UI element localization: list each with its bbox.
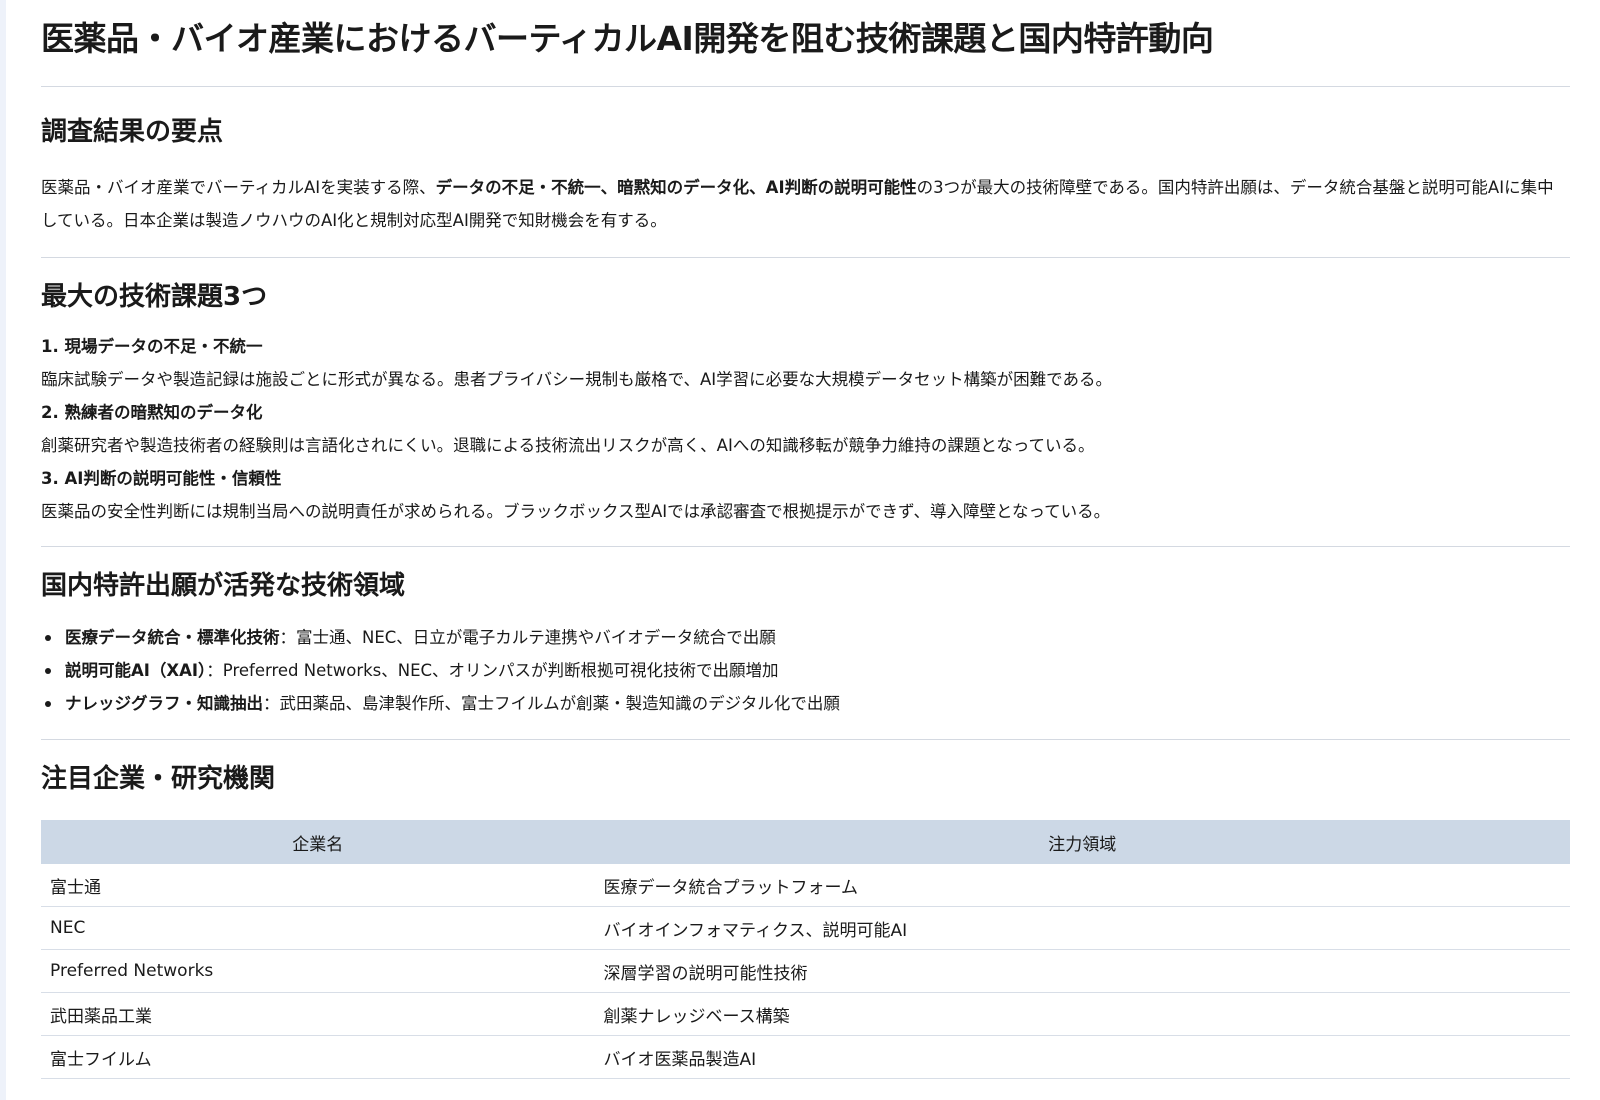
challenges-section: 最大の技術課題3つ 1. 現場データの不足・不統一 臨床試験データや製造記録は施… <box>41 258 1570 547</box>
report-page: 医薬品・バイオ産業におけるバーティカルAI開発を阻む技術課題と国内特許動向 調査… <box>6 0 1600 1100</box>
summary-section: 調査結果の要点 医薬品・バイオ産業でバーティカルAIを実装する際、データの不足・… <box>41 87 1570 258</box>
focus-area-cell: バイオインフォマティクス、説明可能AI <box>594 906 1570 950</box>
company-name-cell: 富士フイルム <box>41 1035 595 1079</box>
company-name-cell: Preferred Networks <box>41 949 595 993</box>
patent-area-detail: ：Preferred Networks、NEC、オリンパスが判断根拠可視化技術で… <box>206 661 779 680</box>
focus-area-cell: 深層学習の説明可能性技術 <box>594 949 1570 993</box>
table-row: 富士フイルム バイオ医薬品製造AI <box>41 1035 1570 1079</box>
focus-area-cell: バイオ医薬品製造AI <box>594 1035 1570 1079</box>
patents-section: 国内特許出願が活発な技術領域 医療データ統合・標準化技術：富士通、NEC、日立が… <box>41 547 1570 740</box>
column-header-focus: 注力領域 <box>594 820 1570 864</box>
patent-area-name: 説明可能AI（XAI） <box>65 661 207 680</box>
companies-heading: 注目企業・研究機関 <box>41 764 276 794</box>
patents-heading: 国内特許出願が活発な技術領域 <box>41 571 406 601</box>
challenge-title: 1. 現場データの不足・不統一 <box>41 337 263 356</box>
patent-area-name: 医療データ統合・標準化技術 <box>65 628 280 647</box>
company-name-cell: 武田薬品工業 <box>41 992 595 1036</box>
table-row: 武田薬品工業 創薬ナレッジベース構築 <box>41 992 1570 1036</box>
summary-text: 医薬品・バイオ産業でバーティカルAIを実装する際、データの不足・不統一、暗黙知の… <box>41 171 1570 237</box>
table-row: NEC バイオインフォマティクス、説明可能AI <box>41 906 1570 950</box>
challenge-description: 医薬品の安全性判断には規制当局への説明責任が求められる。ブラックボックス型AIで… <box>41 502 1111 521</box>
list-item: 医療データ統合・標準化技術：富士通、NEC、日立が電子カルテ連携やバイオデータ統… <box>45 621 1570 654</box>
summary-text-bold: データの不足・不統一、暗黙知のデータ化、AI判断の説明可能性 <box>435 178 917 197</box>
challenge-title: 2. 熟練者の暗黙知のデータ化 <box>41 403 263 422</box>
summary-heading: 調査結果の要点 <box>41 117 224 147</box>
company-name-cell: 富士通 <box>41 864 595 907</box>
list-item: ナレッジグラフ・知識抽出：武田薬品、島津製作所、富士フイルムが創薬・製造知識のデ… <box>45 687 1570 720</box>
focus-area-cell: 創薬ナレッジベース構築 <box>594 992 1570 1036</box>
patent-area-detail: ：富士通、NEC、日立が電子カルテ連携やバイオデータ統合で出願 <box>279 628 776 647</box>
column-header-company: 企業名 <box>41 820 595 864</box>
challenge-description: 臨床試験データや製造記録は施設ごとに形式が異なる。患者プライバシー規制も厳格で、… <box>41 370 1112 389</box>
companies-section: 注目企業・研究機関 企業名 注力領域 富士通 医療データ統合プラットフォーム N… <box>41 740 1570 1079</box>
challenge-title: 3. AI判断の説明可能性・信頼性 <box>41 469 282 488</box>
companies-table: 企業名 注力領域 富士通 医療データ統合プラットフォーム NEC バイオインフォ… <box>41 820 1570 1079</box>
challenges-heading: 最大の技術課題3つ <box>41 282 268 312</box>
focus-area-cell: 医療データ統合プラットフォーム <box>594 864 1570 907</box>
patent-area-name: ナレッジグラフ・知識抽出 <box>65 694 263 713</box>
patent-area-detail: ：武田薬品、島津製作所、富士フイルムが創薬・製造知識のデジタル化で出願 <box>263 694 840 713</box>
page-title: 医薬品・バイオ産業におけるバーティカルAI開発を阻む技術課題と国内特許動向 <box>41 10 1570 87</box>
challenge-description: 創薬研究者や製造技術者の経験則は言語化されにくい。退職による技術流出リスクが高く… <box>41 436 1095 455</box>
table-row: Preferred Networks 深層学習の説明可能性技術 <box>41 949 1570 993</box>
patent-area-list: 医療データ統合・標準化技術：富士通、NEC、日立が電子カルテ連携やバイオデータ統… <box>41 621 1570 720</box>
summary-text-part-1: 医薬品・バイオ産業でバーティカルAIを実装する際、 <box>41 178 436 197</box>
company-name-cell: NEC <box>41 906 595 950</box>
table-row: 富士通 医療データ統合プラットフォーム <box>41 864 1570 907</box>
list-item: 説明可能AI（XAI）：Preferred Networks、NEC、オリンパス… <box>45 654 1570 687</box>
table-header-row: 企業名 注力領域 <box>41 820 1570 864</box>
